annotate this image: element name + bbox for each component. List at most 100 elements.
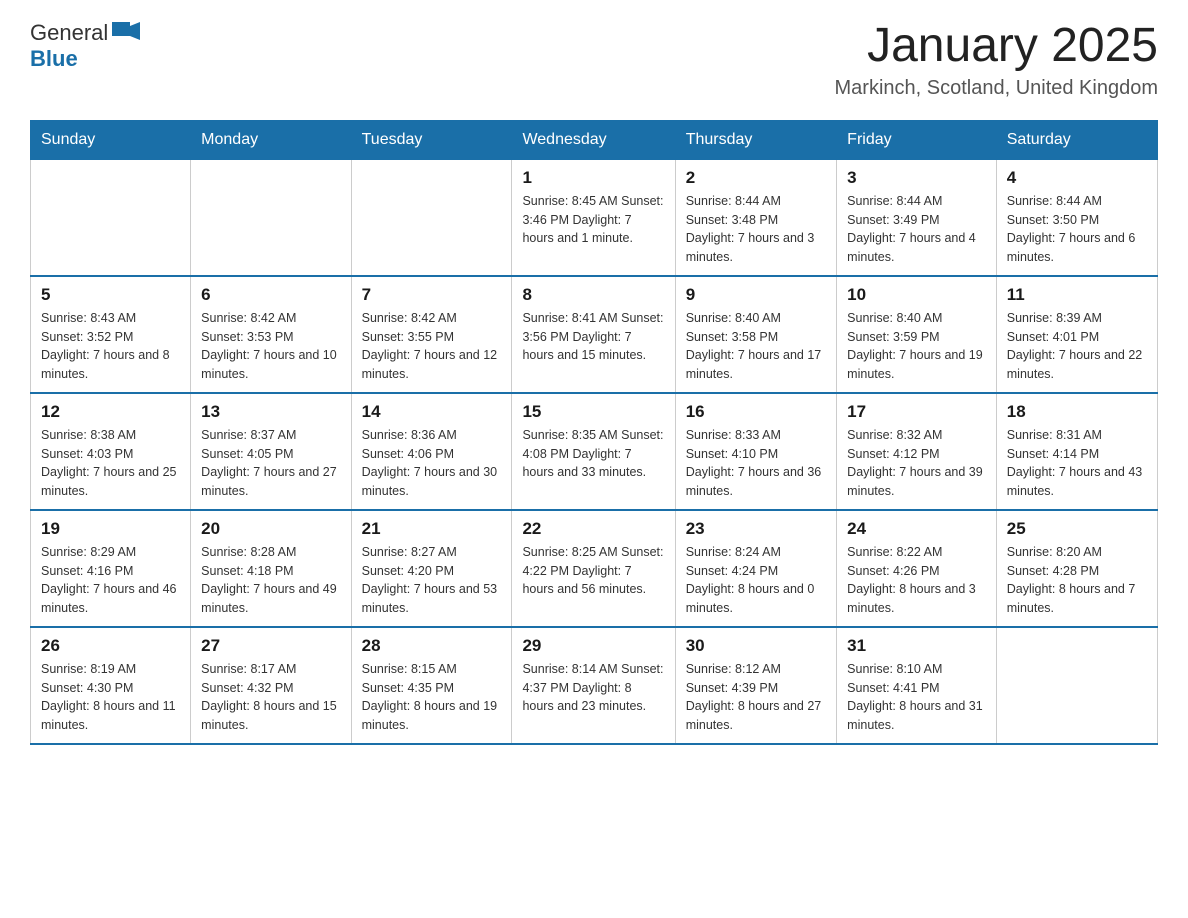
- day-info: Sunrise: 8:43 AM Sunset: 3:52 PM Dayligh…: [41, 309, 180, 384]
- day-info: Sunrise: 8:10 AM Sunset: 4:41 PM Dayligh…: [847, 660, 986, 735]
- day-info: Sunrise: 8:28 AM Sunset: 4:18 PM Dayligh…: [201, 543, 340, 618]
- calendar-cell: 25 Sunrise: 8:20 AM Sunset: 4:28 PM Dayli…: [996, 510, 1157, 627]
- day-info: Sunrise: 8:29 AM Sunset: 4:16 PM Dayligh…: [41, 543, 180, 618]
- day-number: 31: [847, 636, 986, 656]
- day-number: 30: [686, 636, 826, 656]
- calendar-cell: 22 Sunrise: 8:25 AM Sunset: 4:22 PM Dayli…: [512, 510, 675, 627]
- calendar-cell: 20 Sunrise: 8:28 AM Sunset: 4:18 PM Dayli…: [191, 510, 351, 627]
- day-info: Sunrise: 8:17 AM Sunset: 4:32 PM Dayligh…: [201, 660, 340, 735]
- day-info: Sunrise: 8:44 AM Sunset: 3:48 PM Dayligh…: [686, 192, 826, 267]
- day-info: Sunrise: 8:31 AM Sunset: 4:14 PM Dayligh…: [1007, 426, 1147, 501]
- calendar-cell: 12 Sunrise: 8:38 AM Sunset: 4:03 PM Dayli…: [31, 393, 191, 510]
- calendar-cell: [31, 159, 191, 276]
- day-number: 4: [1007, 168, 1147, 188]
- day-number: 28: [362, 636, 502, 656]
- calendar-week-row: 5 Sunrise: 8:43 AM Sunset: 3:52 PM Daylig…: [31, 276, 1158, 393]
- day-info: Sunrise: 8:44 AM Sunset: 3:50 PM Dayligh…: [1007, 192, 1147, 267]
- calendar-cell: 6Sunrise: 8:42 AM Sunset: 3:53 PM Daylig…: [191, 276, 351, 393]
- day-number: 26: [41, 636, 180, 656]
- month-title: January 2025: [835, 20, 1159, 73]
- day-number: 20: [201, 519, 340, 539]
- calendar-cell: 23Sunrise: 8:24 AM Sunset: 4:24 PM Dayli…: [675, 510, 836, 627]
- calendar-cell: 27 Sunrise: 8:17 AM Sunset: 4:32 PM Dayli…: [191, 627, 351, 744]
- calendar-cell: 4 Sunrise: 8:44 AM Sunset: 3:50 PM Daylig…: [996, 159, 1157, 276]
- day-number: 13: [201, 402, 340, 422]
- calendar-week-row: 26Sunrise: 8:19 AM Sunset: 4:30 PM Dayli…: [31, 627, 1158, 744]
- day-number: 5: [41, 285, 180, 305]
- calendar-cell: 9Sunrise: 8:40 AM Sunset: 3:58 PM Daylig…: [675, 276, 836, 393]
- calendar-cell: 13 Sunrise: 8:37 AM Sunset: 4:05 PM Dayli…: [191, 393, 351, 510]
- title-section: January 2025 Markinch, Scotland, United …: [835, 20, 1159, 100]
- day-info: Sunrise: 8:36 AM Sunset: 4:06 PM Dayligh…: [362, 426, 502, 501]
- day-number: 10: [847, 285, 986, 305]
- col-header-sunday: Sunday: [31, 120, 191, 159]
- logo-blue-text: Blue: [30, 46, 140, 72]
- day-number: 8: [522, 285, 664, 305]
- day-info: Sunrise: 8:39 AM Sunset: 4:01 PM Dayligh…: [1007, 309, 1147, 384]
- calendar-cell: 30 Sunrise: 8:12 AM Sunset: 4:39 PM Dayli…: [675, 627, 836, 744]
- day-info: Sunrise: 8:44 AM Sunset: 3:49 PM Dayligh…: [847, 192, 986, 267]
- day-info: Sunrise: 8:40 AM Sunset: 3:59 PM Dayligh…: [847, 309, 986, 384]
- page-header: General Blue January 2025 Markinch, Scot…: [30, 20, 1158, 100]
- calendar-cell: [996, 627, 1157, 744]
- col-header-saturday: Saturday: [996, 120, 1157, 159]
- day-number: 27: [201, 636, 340, 656]
- col-header-friday: Friday: [837, 120, 997, 159]
- col-header-tuesday: Tuesday: [351, 120, 512, 159]
- day-number: 12: [41, 402, 180, 422]
- day-number: 21: [362, 519, 502, 539]
- day-number: 9: [686, 285, 826, 305]
- calendar-cell: 10 Sunrise: 8:40 AM Sunset: 3:59 PM Dayli…: [837, 276, 997, 393]
- day-info: Sunrise: 8:25 AM Sunset: 4:22 PM Dayligh…: [522, 543, 664, 599]
- logo-general-word: General: [30, 20, 108, 46]
- day-number: 1: [522, 168, 664, 188]
- calendar-cell: 2 Sunrise: 8:44 AM Sunset: 3:48 PM Daylig…: [675, 159, 836, 276]
- day-info: Sunrise: 8:38 AM Sunset: 4:03 PM Dayligh…: [41, 426, 180, 501]
- logo: General Blue: [30, 20, 140, 72]
- calendar-cell: 14 Sunrise: 8:36 AM Sunset: 4:06 PM Dayli…: [351, 393, 512, 510]
- calendar-table: SundayMondayTuesdayWednesdayThursdayFrid…: [30, 120, 1158, 745]
- day-info: Sunrise: 8:22 AM Sunset: 4:26 PM Dayligh…: [847, 543, 986, 618]
- day-info: Sunrise: 8:42 AM Sunset: 3:55 PM Dayligh…: [362, 309, 502, 384]
- day-number: 15: [522, 402, 664, 422]
- calendar-cell: 17 Sunrise: 8:32 AM Sunset: 4:12 PM Dayli…: [837, 393, 997, 510]
- calendar-cell: 5 Sunrise: 8:43 AM Sunset: 3:52 PM Daylig…: [31, 276, 191, 393]
- day-number: 22: [522, 519, 664, 539]
- calendar-cell: 8Sunrise: 8:41 AM Sunset: 3:56 PM Daylig…: [512, 276, 675, 393]
- day-number: 29: [522, 636, 664, 656]
- calendar-cell: 29 Sunrise: 8:14 AM Sunset: 4:37 PM Dayli…: [512, 627, 675, 744]
- calendar-week-row: 19Sunrise: 8:29 AM Sunset: 4:16 PM Dayli…: [31, 510, 1158, 627]
- day-number: 6: [201, 285, 340, 305]
- day-info: Sunrise: 8:15 AM Sunset: 4:35 PM Dayligh…: [362, 660, 502, 735]
- day-number: 23: [686, 519, 826, 539]
- calendar-cell: [351, 159, 512, 276]
- day-info: Sunrise: 8:32 AM Sunset: 4:12 PM Dayligh…: [847, 426, 986, 501]
- calendar-week-row: 1 Sunrise: 8:45 AM Sunset: 3:46 PM Daylig…: [31, 159, 1158, 276]
- col-header-monday: Monday: [191, 120, 351, 159]
- calendar-cell: [191, 159, 351, 276]
- day-number: 2: [686, 168, 826, 188]
- logo-flag-icon: [110, 20, 140, 46]
- day-info: Sunrise: 8:45 AM Sunset: 3:46 PM Dayligh…: [522, 192, 664, 248]
- col-header-wednesday: Wednesday: [512, 120, 675, 159]
- calendar-cell: 11 Sunrise: 8:39 AM Sunset: 4:01 PM Dayli…: [996, 276, 1157, 393]
- calendar-header-row: SundayMondayTuesdayWednesdayThursdayFrid…: [31, 120, 1158, 159]
- day-info: Sunrise: 8:12 AM Sunset: 4:39 PM Dayligh…: [686, 660, 826, 735]
- calendar-cell: 21Sunrise: 8:27 AM Sunset: 4:20 PM Dayli…: [351, 510, 512, 627]
- day-info: Sunrise: 8:35 AM Sunset: 4:08 PM Dayligh…: [522, 426, 664, 482]
- calendar-cell: 7Sunrise: 8:42 AM Sunset: 3:55 PM Daylig…: [351, 276, 512, 393]
- calendar-week-row: 12 Sunrise: 8:38 AM Sunset: 4:03 PM Dayli…: [31, 393, 1158, 510]
- day-info: Sunrise: 8:20 AM Sunset: 4:28 PM Dayligh…: [1007, 543, 1147, 618]
- calendar-cell: 31 Sunrise: 8:10 AM Sunset: 4:41 PM Dayli…: [837, 627, 997, 744]
- calendar-cell: 26Sunrise: 8:19 AM Sunset: 4:30 PM Dayli…: [31, 627, 191, 744]
- day-number: 14: [362, 402, 502, 422]
- day-number: 18: [1007, 402, 1147, 422]
- day-number: 17: [847, 402, 986, 422]
- day-info: Sunrise: 8:14 AM Sunset: 4:37 PM Dayligh…: [522, 660, 664, 716]
- day-number: 3: [847, 168, 986, 188]
- calendar-cell: 3 Sunrise: 8:44 AM Sunset: 3:49 PM Daylig…: [837, 159, 997, 276]
- day-number: 25: [1007, 519, 1147, 539]
- calendar-cell: 15 Sunrise: 8:35 AM Sunset: 4:08 PM Dayli…: [512, 393, 675, 510]
- day-number: 11: [1007, 285, 1147, 305]
- day-info: Sunrise: 8:37 AM Sunset: 4:05 PM Dayligh…: [201, 426, 340, 501]
